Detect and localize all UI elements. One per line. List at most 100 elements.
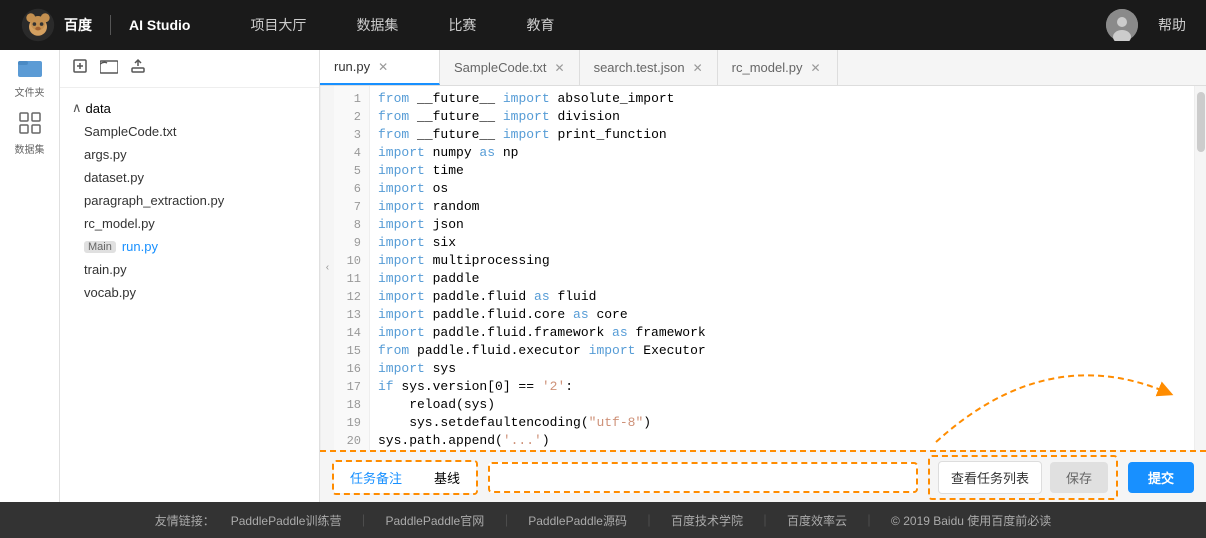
file-toolbar [60,50,319,88]
task-tab-baseline[interactable]: 基线 [418,462,476,493]
new-file-icon[interactable] [72,58,88,79]
tab-rcmodel-close[interactable]: ✕ [810,61,820,75]
code-line-13: import paddle [378,270,1186,288]
tab-bar: run.py ✕ SampleCode.txt ✕ search.test.js… [320,50,1206,86]
file-vocab[interactable]: vocab.py [60,281,319,304]
save-button[interactable]: 保存 [1050,462,1108,493]
logo-area: 百度 AI Studio [20,7,190,43]
code-line-2: from __future__ import division [378,108,1186,126]
code-line-22: sys.setdefaultencoding("utf-8") [378,414,1186,432]
footer-link-5[interactable]: 百度效率云 [787,512,847,529]
collapse-handle[interactable]: ‹ [320,86,334,450]
tab-rcmodel-label: rc_model.py [732,60,803,75]
code-line-6: import time [378,162,1186,180]
folder-name: data [86,101,111,116]
sidebar-item-files[interactable]: 文件夹 [12,60,48,96]
tab-search-close[interactable]: ✕ [693,61,703,75]
code-content[interactable]: from __future__ import absolute_import f… [370,86,1194,450]
help-link[interactable]: 帮助 [1158,15,1186,35]
code-line-9: import json [378,216,1186,234]
code-line-3: from __future__ import print_function [378,126,1186,144]
code-line-21: reload(sys) [378,396,1186,414]
tab-rcmodel[interactable]: rc_model.py ✕ [718,50,838,85]
code-line-19: import sys [378,360,1186,378]
baidu-bear-logo [20,7,56,43]
file-list: ∧ data SampleCode.txt args.py dataset.py… [60,88,319,502]
task-input[interactable] [490,464,916,491]
editor-area: run.py ✕ SampleCode.txt ✕ search.test.js… [320,50,1206,450]
content-area: 文件夹 数据集 [0,50,1206,502]
tab-runpy-label: run.py [334,59,370,74]
footer-copyright: © 2019 Baidu 使用百度前必读 [891,512,1051,529]
tab-samplecode-label: SampleCode.txt [454,60,547,75]
tab-runpy-close[interactable]: ✕ [378,60,388,74]
scrollbar[interactable] [1194,86,1206,450]
line-numbers: 1234 5678 9101112 13141516 17181920 2122… [334,86,370,450]
task-input-container[interactable] [488,462,918,493]
code-line-11: import multiprocessing [378,252,1186,270]
sidebar-datasets-label: 数据集 [15,141,45,156]
grid-icon [19,112,41,139]
sidebar: 文件夹 数据集 [0,50,60,502]
code-line-10: import six [378,234,1186,252]
file-dataset[interactable]: dataset.py [60,166,319,189]
folder-data[interactable]: ∧ data [60,96,319,120]
bottom-bar: 任务备注 基线 查看任务列表 保存 提交 [320,450,1206,502]
footer-link-3[interactable]: PaddlePaddle源码 [528,512,627,529]
view-tasks-button[interactable]: 查看任务列表 [938,461,1042,494]
code-line-23: sys.path.append('...') [378,432,1186,450]
tab-samplecode[interactable]: SampleCode.txt ✕ [440,50,580,85]
submit-button[interactable]: 提交 [1128,462,1194,493]
file-rcmodel[interactable]: rc_model.py [60,212,319,235]
code-line-5: import numpy as np [378,144,1186,162]
file-samplecode[interactable]: SampleCode.txt [60,120,319,143]
folder-icon [18,57,42,82]
main-nav: 项目大厅 数据集 比赛 教育 [250,15,1106,35]
code-line-14: import paddle.fluid as fluid [378,288,1186,306]
studio-text: AI Studio [129,17,190,33]
avatar-icon [1106,9,1138,41]
nav-projects[interactable]: 项目大厅 [250,15,306,35]
logo-divider [110,15,111,35]
file-runpy[interactable]: Main run.py [60,235,319,258]
code-line-20: if sys.version[0] == '2': [378,378,1186,396]
code-line-16: import paddle.fluid.framework as framewo… [378,324,1186,342]
brand-text: 百度 [64,15,92,35]
code-line-7: import os [378,180,1186,198]
scrollbar-thumb[interactable] [1197,92,1205,152]
footer-link-1[interactable]: PaddlePaddle训练营 [231,512,342,529]
file-paragraph[interactable]: paragraph_extraction.py [60,189,319,212]
editor-wrapper: run.py ✕ SampleCode.txt ✕ search.test.js… [320,50,1206,502]
sidebar-files-label: 文件夹 [15,84,45,99]
upload-icon[interactable] [130,58,146,79]
header-right: 帮助 [1106,9,1186,41]
tab-search[interactable]: search.test.json ✕ [580,50,718,85]
main-badge: Main [84,241,116,253]
nav-education[interactable]: 教育 [526,15,554,35]
footer-link-4[interactable]: 百度技术学院 [671,512,743,529]
code-line-8: import random [378,198,1186,216]
new-folder-icon[interactable] [100,58,118,79]
task-tabs: 任务备注 基线 [332,460,478,495]
footer: 友情链接： PaddlePaddle训练营 ｜ PaddlePaddle官网 ｜… [0,502,1206,538]
header: 百度 AI Studio 项目大厅 数据集 比赛 教育 帮助 [0,0,1206,50]
file-train[interactable]: train.py [60,258,319,281]
footer-prefix: 友情链接： [155,512,215,529]
nav-datasets[interactable]: 数据集 [356,15,398,35]
avatar[interactable] [1106,9,1138,41]
chevron-down-icon: ∧ [72,100,82,116]
tab-runpy[interactable]: run.py ✕ [320,50,440,85]
tab-samplecode-close[interactable]: ✕ [555,61,565,75]
task-tab-notes[interactable]: 任务备注 [334,462,418,493]
code-line-1: from __future__ import absolute_import [378,90,1186,108]
code-editor[interactable]: ‹ 1234 5678 9101112 13141516 17181920 21… [320,86,1206,450]
tab-search-label: search.test.json [594,60,685,75]
file-args[interactable]: args.py [60,143,319,166]
file-panel: ∧ data SampleCode.txt args.py dataset.py… [60,50,320,502]
file-runpy-name: run.py [122,239,158,254]
nav-competition[interactable]: 比赛 [448,15,476,35]
sidebar-item-datasets[interactable]: 数据集 [12,116,48,152]
footer-link-2[interactable]: PaddlePaddle官网 [385,512,484,529]
code-line-17: from paddle.fluid.executor import Execut… [378,342,1186,360]
code-line-15: import paddle.fluid.core as core [378,306,1186,324]
